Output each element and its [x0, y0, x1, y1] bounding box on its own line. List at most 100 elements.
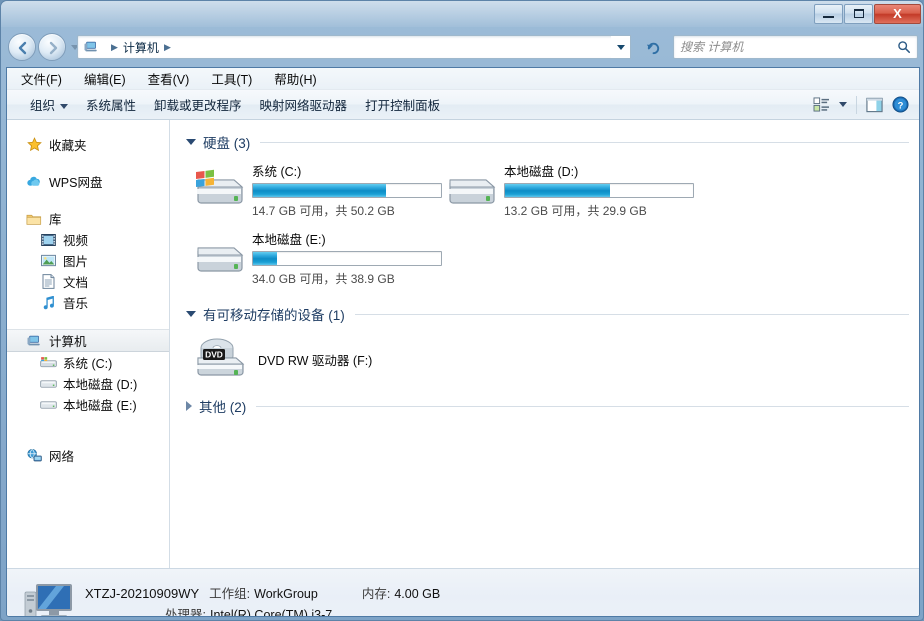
sidebar-item-drive-d[interactable]: 本地磁盘 (D:) [7, 373, 169, 394]
breadcrumb-separator-0: ▶ [111, 41, 118, 52]
drive-icon [190, 231, 252, 283]
drive-capacity-e: 34.0 GB 可用，共 38.9 GB [252, 272, 395, 286]
video-icon [39, 232, 57, 248]
chevron-down-icon [616, 44, 625, 50]
drive-item-e[interactable]: 本地磁盘 (E:) 34.0 GB 可用，共 38.9 GB [190, 226, 442, 288]
view-dropdown-caret[interactable] [839, 102, 847, 107]
drive-icon [39, 397, 57, 413]
menu-item-tools[interactable]: 工具(T) [211, 68, 262, 91]
toolbar-separator [856, 95, 857, 114]
sidebar-label-computer: 计算机 [49, 335, 87, 349]
preview-pane-icon[interactable] [866, 97, 883, 113]
navigation-pane: 收藏夹 WPS网盘 库 视频 图片 文档 音乐 计算机 系统 (C:) 本地磁盘… [7, 120, 170, 568]
drive-info-e: 本地磁盘 (E:) 34.0 GB 可用，共 38.9 GB [252, 227, 442, 287]
status-memory-label: 内存: [361, 586, 391, 601]
navigation-buttons [8, 33, 79, 61]
drive-info-d: 本地磁盘 (D:) 13.2 GB 可用，共 29.9 GB [504, 159, 694, 219]
drive-icon [442, 163, 504, 215]
music-icon [39, 295, 57, 311]
breadcrumb-item-computer[interactable]: 计算机 [123, 39, 159, 56]
sidebar-item-wps-cloud[interactable]: WPS网盘 [7, 171, 169, 192]
window-controls: X [814, 3, 921, 24]
drive-grid: 系统 (C:) 14.7 GB 可用，共 50.2 GB 本地磁盘 (D:) 1… [190, 158, 909, 294]
toolbar-open-control-panel-button[interactable]: 打开控制面板 [356, 92, 449, 117]
forward-arrow-icon [49, 41, 58, 55]
menu-item-edit[interactable]: 编辑(E) [84, 68, 136, 91]
sidebar-item-libraries[interactable]: 库 [7, 208, 169, 229]
menu-item-file[interactable]: 文件(F) [21, 68, 72, 91]
document-icon [39, 274, 57, 290]
sidebar-label-libraries: 库 [49, 213, 62, 227]
menu-item-help[interactable]: 帮助(H) [274, 68, 326, 91]
view-layout-icon[interactable] [813, 97, 830, 112]
search-icon [898, 41, 911, 54]
dvd-drive-icon: DVD [190, 333, 252, 385]
svg-text:?: ? [898, 100, 904, 111]
sidebar-item-drive-c[interactable]: 系统 (C:) [7, 352, 169, 373]
minimize-button[interactable] [814, 3, 843, 24]
toolbar-map-network-drive-button[interactable]: 映射网络驱动器 [251, 92, 357, 117]
sidebar-item-pictures[interactable]: 图片 [7, 250, 169, 271]
group-title-removable-storage: 有可移动存储的设备 (1) [203, 308, 345, 323]
star-icon [25, 137, 43, 153]
sidebar-item-network[interactable]: 网络 [7, 445, 169, 466]
computer-icon [82, 39, 100, 55]
refresh-button[interactable] [641, 35, 665, 59]
maximize-button[interactable] [844, 3, 873, 24]
group-header-removable-storage[interactable]: 有可移动存储的设备 (1) [186, 304, 909, 324]
help-icon[interactable]: ? [892, 96, 909, 113]
group-header-other[interactable]: 其他 (2) [186, 396, 909, 416]
sidebar-gap-4 [7, 415, 169, 445]
group-title-hard-disks: 硬盘 (3) [203, 136, 251, 151]
status-line-1: XTZJ-20210909WY 工作组: WorkGroup 内存: 4.00 … [85, 583, 440, 604]
toolbar-organize-button[interactable]: 组织 [21, 92, 77, 117]
sidebar-item-computer[interactable]: 计算机 [7, 329, 169, 352]
status-workgroup-value: WorkGroup [254, 586, 318, 601]
toolbar-system-properties-button[interactable]: 系统属性 [77, 92, 145, 117]
sidebar-item-documents[interactable]: 文档 [7, 271, 169, 292]
drive-name-e: 本地磁盘 (E:) [252, 233, 326, 247]
group-divider [260, 141, 909, 143]
search-input[interactable] [680, 40, 897, 54]
menu-bar: 文件(F) 编辑(E) 查看(V) 工具(T) 帮助(H) [7, 68, 919, 90]
sidebar-label-wps-cloud: WPS网盘 [49, 176, 103, 190]
chevron-down-icon [60, 104, 69, 110]
chevron-collapsed-icon[interactable] [186, 401, 192, 411]
sidebar-item-drive-e[interactable]: 本地磁盘 (E:) [7, 394, 169, 415]
sidebar-label-drive-e: 本地磁盘 (E:) [63, 399, 137, 413]
back-arrow-icon [18, 41, 27, 55]
status-computer-name: XTZJ-20210909WY [85, 585, 200, 601]
sidebar-item-favorites[interactable]: 收藏夹 [7, 134, 169, 155]
sidebar-item-videos[interactable]: 视频 [7, 229, 169, 250]
chevron-expanded-icon[interactable] [186, 311, 196, 317]
back-button[interactable] [8, 33, 36, 61]
group-header-hard-disks[interactable]: 硬盘 (3) [186, 132, 909, 152]
content-pane: 硬盘 (3) 系统 (C:) 14.7 GB 可用，共 50.2 GB 本地磁盘… [170, 120, 919, 568]
sidebar-label-pictures: 图片 [63, 255, 89, 269]
drive-icon [39, 376, 57, 392]
drive-usage-fill-c [253, 184, 387, 197]
sidebar-item-music[interactable]: 音乐 [7, 292, 169, 313]
toolbar: 组织 系统属性 卸载或更改程序 映射网络驱动器 打开控制面板 ? [7, 90, 919, 120]
sidebar-gap-3 [7, 313, 169, 329]
toolbar-uninstall-program-button[interactable]: 卸载或更改程序 [145, 92, 251, 117]
search-box[interactable] [673, 35, 918, 59]
drive-item-d[interactable]: 本地磁盘 (D:) 13.2 GB 可用，共 29.9 GB [442, 158, 694, 220]
close-button[interactable]: X [874, 3, 921, 24]
forward-button[interactable] [38, 33, 66, 61]
toolbar-organize-label: 组织 [30, 99, 56, 113]
device-item-dvd[interactable]: DVD DVD RW 驱动器 (F:) [190, 332, 909, 386]
sidebar-gap-2 [7, 192, 169, 208]
menu-item-view[interactable]: 查看(V) [148, 68, 200, 91]
sidebar-label-network: 网络 [49, 450, 75, 464]
breadcrumb-separator-1[interactable]: ▶ [164, 42, 171, 53]
chevron-expanded-icon[interactable] [186, 139, 196, 145]
status-line-2: 处理器: Intel(R) Core(TM) i3-7... [85, 604, 440, 617]
client-area: 文件(F) 编辑(E) 查看(V) 工具(T) 帮助(H) 组织 系统属性 卸载… [6, 67, 920, 617]
address-dropdown-button[interactable] [611, 35, 631, 59]
drive-item-c[interactable]: 系统 (C:) 14.7 GB 可用，共 50.2 GB [190, 158, 442, 220]
breadcrumb-bar[interactable]: ▶ 计算机 ▶ [77, 35, 631, 59]
status-memory-value: 4.00 GB [394, 586, 441, 601]
explorer-body: 收藏夹 WPS网盘 库 视频 图片 文档 音乐 计算机 系统 (C:) 本地磁盘… [7, 120, 919, 568]
drive-usage-bar-e [252, 251, 442, 266]
